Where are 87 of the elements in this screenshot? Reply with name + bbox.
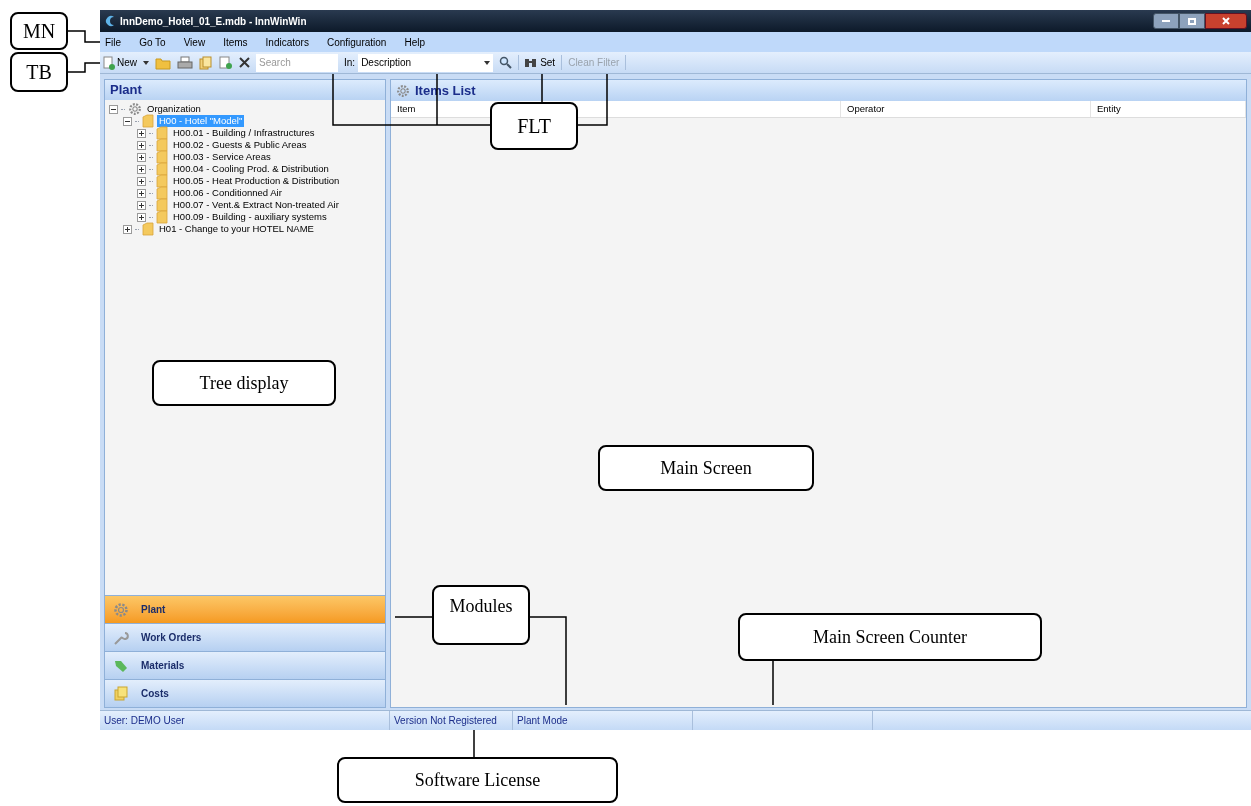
- caret-icon[interactable]: [143, 60, 149, 65]
- callout-label: Tree display: [152, 360, 336, 406]
- tree-item[interactable]: H00.02 - Guests & Public Areas: [171, 139, 309, 151]
- module-button[interactable]: Work Orders: [105, 623, 385, 651]
- expand-icon[interactable]: [137, 140, 146, 150]
- tree-item[interactable]: H00.03 - Service Areas: [171, 151, 273, 163]
- callout-label: MN: [10, 12, 68, 50]
- tree-item[interactable]: H00.04 - Cooling Prod. & Distribution: [171, 163, 331, 175]
- expand-icon[interactable]: [137, 152, 146, 162]
- leader-line: [473, 729, 475, 758]
- column-header[interactable]: Entity: [1091, 101, 1246, 117]
- leader-line: [772, 660, 774, 706]
- collapse-icon[interactable]: [123, 116, 132, 126]
- wrench-icon: [113, 629, 129, 646]
- menu-item[interactable]: Configuration: [326, 34, 387, 50]
- tree-item[interactable]: H00.07 - Vent.& Extract Non-treated Air: [171, 199, 341, 211]
- delete-icon[interactable]: [239, 57, 250, 68]
- folder-icon: [156, 198, 168, 212]
- column-header[interactable]: Operator: [841, 101, 1091, 117]
- module-button[interactable]: Plant: [105, 595, 385, 623]
- folder-icon: [156, 162, 168, 176]
- folder-icon: [156, 186, 168, 200]
- collapse-icon[interactable]: [109, 104, 118, 114]
- folder-icon: [156, 138, 168, 152]
- filter-dropdown[interactable]: Description: [358, 53, 494, 72]
- printer-icon[interactable]: [177, 55, 193, 70]
- window-title: InnDemo_Hotel_01_E.mdb - InnWinWin: [120, 14, 307, 29]
- callout-label: Main Screen: [598, 445, 814, 491]
- callout-label: Modules: [432, 585, 530, 645]
- expand-icon[interactable]: [137, 200, 146, 210]
- expand-icon[interactable]: [137, 212, 146, 222]
- menu-item[interactable]: Indicators: [265, 34, 309, 50]
- expand-icon[interactable]: [123, 224, 132, 234]
- menu-item[interactable]: File: [105, 34, 122, 50]
- menu-item[interactable]: Items: [223, 34, 248, 50]
- search-icon[interactable]: [499, 56, 513, 69]
- menu-item[interactable]: Help: [404, 34, 425, 50]
- tree-item[interactable]: Organization: [145, 103, 203, 115]
- status-text: Version Not Registered: [390, 711, 513, 730]
- close-button[interactable]: [1205, 13, 1247, 29]
- callout-label: Main Screen Counter: [738, 613, 1042, 661]
- set-filter-button[interactable]: Set: [518, 55, 556, 70]
- leader-line: [577, 73, 608, 126]
- caret-icon: [484, 60, 491, 65]
- folder-icon: [156, 210, 168, 224]
- folder-icon: [142, 222, 154, 236]
- tree-item[interactable]: H00.06 - Conditionned Air: [171, 187, 284, 199]
- folder-icon: [142, 114, 154, 128]
- add-document-icon[interactable]: [219, 55, 233, 70]
- status-text: User: DEMO User: [100, 711, 390, 730]
- leader-line: [67, 62, 101, 73]
- expand-icon[interactable]: [137, 164, 146, 174]
- folder-icon: [156, 150, 168, 164]
- gear-icon: [396, 83, 410, 98]
- gear-icon: [113, 601, 129, 618]
- search-field[interactable]: Search: [256, 53, 338, 72]
- close-icon: [1222, 17, 1230, 25]
- app-icon: [104, 15, 116, 27]
- panel-title: Plant: [110, 81, 142, 100]
- tree-item[interactable]: H01 - Change to your HOTEL NAME: [157, 223, 316, 235]
- callout-label: FLT: [490, 102, 578, 150]
- callout-label: Software License: [337, 757, 618, 803]
- leader-line: [394, 616, 433, 618]
- minimize-button[interactable]: [1153, 13, 1179, 29]
- expand-icon[interactable]: [137, 176, 146, 186]
- leader-line: [541, 73, 543, 103]
- expand-icon[interactable]: [137, 188, 146, 198]
- folder-icon: [156, 126, 168, 140]
- filter-label: In:: [344, 56, 356, 70]
- module-button[interactable]: Materials: [105, 651, 385, 679]
- tree-item[interactable]: H00.01 - Building / Infrastructures: [171, 127, 317, 139]
- new-button[interactable]: New: [103, 55, 137, 70]
- status-text: Plant Mode: [513, 711, 693, 730]
- folder-icon: [156, 174, 168, 188]
- menu-item[interactable]: View: [183, 34, 206, 50]
- expand-icon[interactable]: [137, 128, 146, 138]
- gear-icon: [128, 102, 142, 116]
- leader-line: [67, 30, 101, 43]
- documents-icon: [113, 685, 129, 702]
- restore-button[interactable]: [1179, 13, 1205, 29]
- tree-item[interactable]: H00.05 - Heat Production & Distribution: [171, 175, 342, 187]
- callout-label: TB: [10, 52, 68, 92]
- menu-item[interactable]: Go To: [139, 34, 166, 50]
- tree-item[interactable]: H00.09 - Building - auxiliary systems: [171, 211, 329, 223]
- new-document-icon: [103, 55, 115, 70]
- binoculars-icon: [524, 57, 538, 68]
- module-button[interactable]: Costs: [105, 679, 385, 707]
